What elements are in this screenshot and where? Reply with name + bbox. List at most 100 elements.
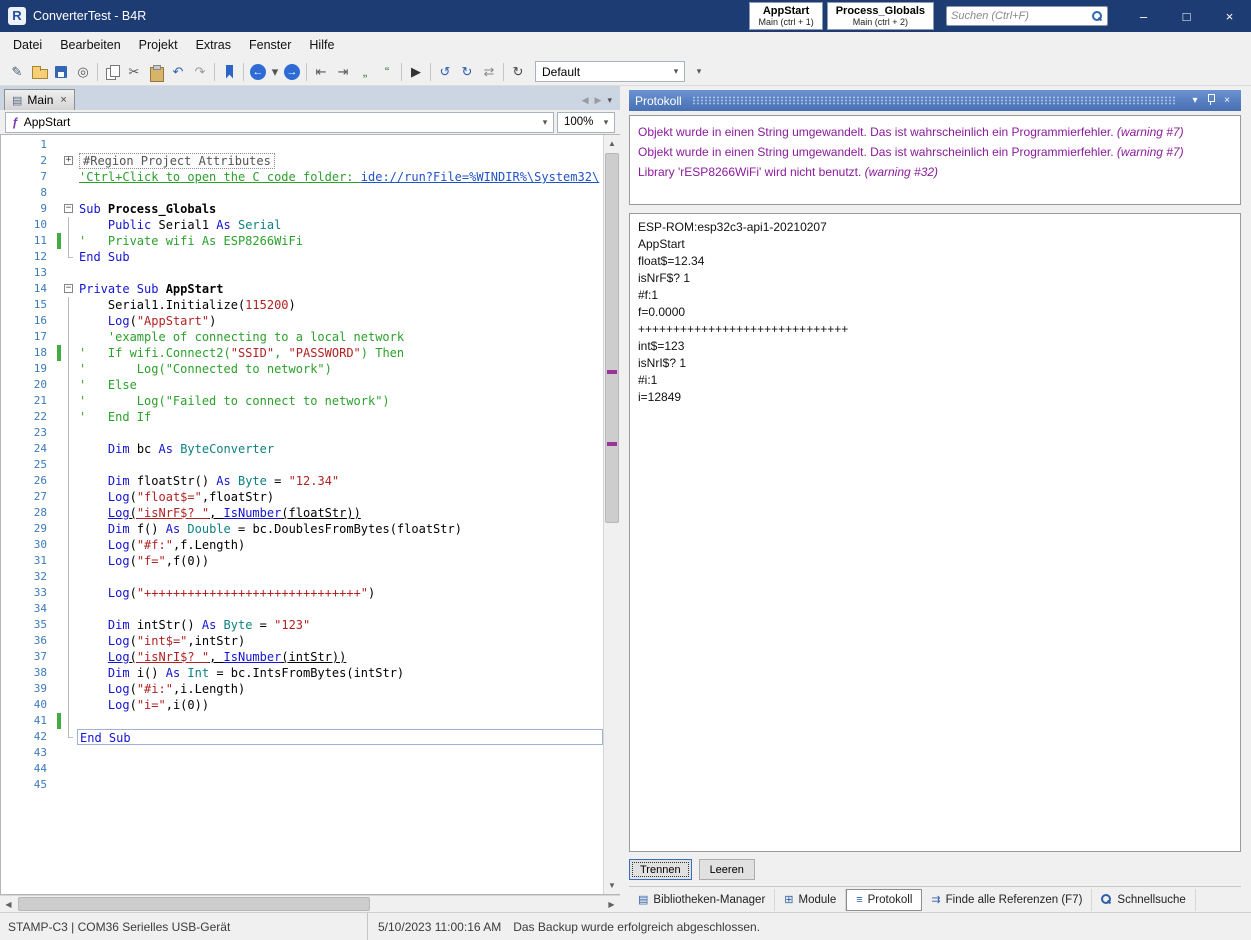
code-line[interactable]: 33 Log("++++++++++++++++++++++++++++++")	[1, 585, 603, 601]
code-line[interactable]: 42End Sub	[1, 729, 603, 745]
code-line[interactable]: 9−Sub Process_Globals	[1, 201, 603, 217]
zoom-select[interactable]: 100% ▾	[557, 112, 615, 133]
line-number[interactable]: 30	[1, 537, 57, 553]
line-number[interactable]: 23	[1, 425, 57, 441]
cut-icon[interactable]: ✂	[123, 61, 145, 83]
code-line[interactable]: 26 Dim floatStr() As Byte = "12.34"	[1, 473, 603, 489]
copy-icon[interactable]	[101, 61, 123, 83]
line-number[interactable]: 22	[1, 409, 57, 425]
code-line[interactable]: 19' Log("Connected to network")	[1, 361, 603, 377]
line-number[interactable]: 17	[1, 329, 57, 345]
code-line[interactable]: 23	[1, 425, 603, 441]
maximize-button[interactable]: □	[1165, 0, 1208, 32]
build-configuration-select[interactable]: Default ▾	[535, 61, 685, 82]
code-line[interactable]: 44	[1, 761, 603, 777]
bottom-tab-bibliotheken-manager[interactable]: ▤Bibliotheken-Manager	[629, 889, 775, 911]
scroll-right-icon[interactable]: ▶	[603, 896, 620, 913]
compiler-warnings-box[interactable]: Objekt wurde in einen String umgewandelt…	[629, 115, 1241, 205]
scroll-up-icon[interactable]: ▲	[604, 135, 620, 152]
code-line[interactable]: 12End Sub	[1, 249, 603, 265]
code-line[interactable]: 37 Log("isNrI$? ", IsNumber(intStr))	[1, 649, 603, 665]
bottom-tab-finde-alle-referenzen-f7-[interactable]: ⇉Finde alle Referenzen (F7)	[922, 889, 1092, 911]
line-number[interactable]: 32	[1, 569, 57, 585]
bottom-tab-protokoll[interactable]: ≡Protokoll	[846, 889, 922, 911]
code-line[interactable]: 18' If wifi.Connect2("SSID", "PASSWORD")…	[1, 345, 603, 361]
code-line[interactable]: 16 Log("AppStart")	[1, 313, 603, 329]
titlebar-search-box[interactable]	[946, 6, 1108, 26]
line-number[interactable]: 26	[1, 473, 57, 489]
editor-horizontal-scrollbar[interactable]: ◀ ▶	[0, 895, 620, 912]
line-number[interactable]: 15	[1, 297, 57, 313]
reconnect-icon[interactable]: ↻	[507, 61, 529, 83]
code-line[interactable]: 17 'example of connecting to a local net…	[1, 329, 603, 345]
line-number[interactable]: 25	[1, 457, 57, 473]
code-line[interactable]: 24 Dim bc As ByteConverter	[1, 441, 603, 457]
compile-icon[interactable]: ⇄	[478, 61, 500, 83]
line-number[interactable]: 18	[1, 345, 57, 361]
horizontal-scroll-thumb[interactable]	[18, 897, 370, 911]
line-number[interactable]: 7	[1, 169, 57, 185]
fold-expand-icon[interactable]: +	[63, 153, 77, 169]
line-number[interactable]: 29	[1, 521, 57, 537]
search-icon[interactable]	[1092, 11, 1103, 22]
code-line[interactable]: 10 Public Serial1 As Serial	[1, 217, 603, 233]
back-history-dropdown-icon[interactable]: ▾	[269, 61, 281, 83]
tab-scroll-left-icon[interactable]: ◀	[582, 95, 589, 106]
code-line[interactable]: 35 Dim intStr() As Byte = "123"	[1, 617, 603, 633]
line-number[interactable]: 16	[1, 313, 57, 329]
line-number[interactable]: 24	[1, 441, 57, 457]
code-line[interactable]: 29 Dim f() As Double = bc.DoublesFromByt…	[1, 521, 603, 537]
code-line[interactable]: 30 Log("#f:",f.Length)	[1, 537, 603, 553]
line-number[interactable]: 27	[1, 489, 57, 505]
code-line[interactable]: 39 Log("#i:",i.Length)	[1, 681, 603, 697]
code-line[interactable]: 14−Private Sub AppStart	[1, 281, 603, 297]
code-line[interactable]: 28 Log("isNrF$? ", IsNumber(floatStr))	[1, 505, 603, 521]
menu-fenster[interactable]: Fenster	[240, 34, 300, 56]
pin-icon[interactable]	[1203, 93, 1219, 108]
paste-icon[interactable]	[145, 61, 167, 83]
panel-position-dropdown-icon[interactable]: ▾	[1187, 95, 1203, 106]
redo-icon[interactable]: ↷	[189, 61, 211, 83]
menu-projekt[interactable]: Projekt	[130, 34, 187, 56]
code-line[interactable]: 2+#Region Project Attributes	[1, 153, 603, 169]
line-number[interactable]: 10	[1, 217, 57, 233]
menu-extras[interactable]: Extras	[187, 34, 240, 56]
code-line[interactable]: 45	[1, 777, 603, 793]
menu-bearbeiten[interactable]: Bearbeiten	[51, 34, 129, 56]
code-line[interactable]: 41	[1, 713, 603, 729]
menu-datei[interactable]: Datei	[4, 34, 51, 56]
quick-sub-process-globals[interactable]: Process_Globals Main (ctrl + 2)	[827, 2, 934, 30]
editor-vertical-scrollbar[interactable]: ▲ ▼	[603, 135, 620, 894]
code-line[interactable]: 34	[1, 601, 603, 617]
line-number[interactable]: 13	[1, 265, 57, 281]
current-sub-select[interactable]: ƒ AppStart ▾	[5, 112, 554, 133]
line-number[interactable]: 42	[1, 729, 57, 745]
warning-line[interactable]: Objekt wurde in einen String umgewandelt…	[638, 142, 1232, 162]
code-line[interactable]: 31 Log("f=",f(0))	[1, 553, 603, 569]
tab-list-dropdown-icon[interactable]: ▾	[607, 95, 612, 106]
code-line[interactable]: 1	[1, 137, 603, 153]
code-line[interactable]: 8	[1, 185, 603, 201]
comment-icon[interactable]: „	[354, 61, 376, 83]
open-project-icon[interactable]	[28, 61, 50, 83]
line-number[interactable]: 19	[1, 361, 57, 377]
undo-icon[interactable]: ↶	[167, 61, 189, 83]
clear-log-button[interactable]: Leeren	[699, 859, 755, 880]
toolbar-overflow-icon[interactable]: ▾	[691, 66, 707, 77]
line-number[interactable]: 20	[1, 377, 57, 393]
line-number[interactable]: 9	[1, 201, 57, 217]
tab-close-icon[interactable]: ×	[60, 94, 66, 106]
code-line[interactable]: 40 Log("i=",i(0))	[1, 697, 603, 713]
code-line[interactable]: 27 Log("float$=",floatStr)	[1, 489, 603, 505]
code-line[interactable]: 20' Else	[1, 377, 603, 393]
line-number[interactable]: 28	[1, 505, 57, 521]
warning-line[interactable]: Library 'rESP8266WiFi' wird nicht benutz…	[638, 162, 1232, 182]
line-number[interactable]: 45	[1, 777, 57, 793]
scroll-left-icon[interactable]: ◀	[0, 896, 17, 913]
navigate-back-icon[interactable]: ←	[247, 61, 269, 83]
close-button[interactable]: ×	[1208, 0, 1251, 32]
line-number[interactable]: 1	[1, 137, 57, 153]
disconnect-button[interactable]: Trennen	[629, 859, 692, 880]
line-number[interactable]: 31	[1, 553, 57, 569]
pane-splitter[interactable]	[620, 86, 627, 912]
